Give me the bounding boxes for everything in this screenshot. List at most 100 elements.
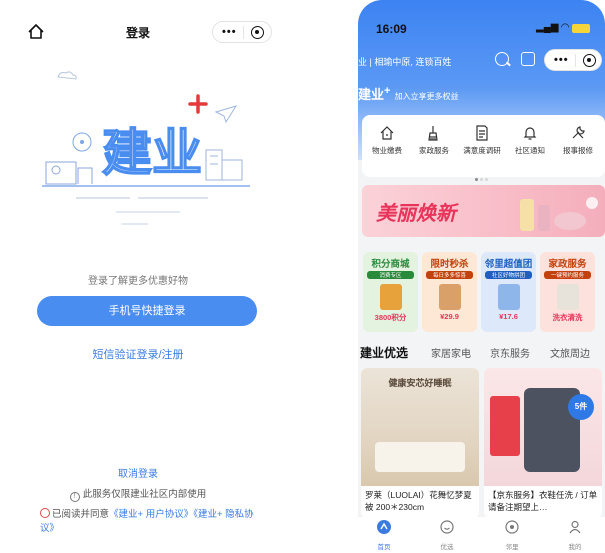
agree-prefix: 已阅读并同意 bbox=[52, 509, 110, 520]
cancel-login-link[interactable]: 取消登录 bbox=[0, 465, 276, 480]
product-card[interactable]: 5件 【京东服务】衣鞋任洗 / 订单请备注期望上… bbox=[484, 368, 602, 518]
service-item[interactable]: 报事报修 bbox=[555, 125, 601, 156]
close-miniapp-icon[interactable] bbox=[583, 54, 596, 67]
nav-bar: 登录 ••• bbox=[0, 20, 276, 46]
bottom-tab-youxuan[interactable]: 优选 bbox=[427, 520, 467, 551]
phone-quick-login-button[interactable]: 手机号快捷登录 bbox=[37, 296, 257, 326]
service-grid: 物业缴费 家政服务 满意度调研 社区通知 报事报修 bbox=[362, 115, 605, 181]
product-image-caption: 健康安芯好睡眠 bbox=[388, 378, 452, 388]
service-label: 满意度调研 bbox=[463, 146, 501, 155]
product-thumb bbox=[556, 284, 579, 310]
promo-title: 限时秒杀 bbox=[430, 259, 469, 270]
page-indicator bbox=[475, 168, 491, 181]
tab-culture-travel[interactable]: 文旅周边 bbox=[550, 345, 590, 360]
promo-price: 洗衣清洗 bbox=[552, 313, 583, 322]
house-icon bbox=[380, 126, 394, 140]
product-card[interactable]: 健康安芯好睡眠 罗莱（LUOLAI）花舞忆梦夏被 200＊230cm bbox=[361, 368, 479, 518]
promo-title: 邻里超值团 bbox=[484, 259, 533, 270]
more-icon[interactable]: ••• bbox=[554, 54, 569, 66]
agree-checkbox[interactable] bbox=[40, 508, 50, 518]
promo-card[interactable]: 积分商城 消费专区 3800积分 bbox=[363, 252, 418, 332]
home-icon bbox=[377, 520, 391, 534]
brand-name: 建业 bbox=[358, 87, 385, 102]
battery-icon bbox=[572, 24, 590, 33]
miniapp-capsule[interactable]: ••• bbox=[212, 21, 272, 43]
promo-subtitle: 消费专区 bbox=[367, 271, 414, 279]
broom-icon bbox=[428, 126, 438, 141]
product-image: 5件 bbox=[484, 368, 602, 486]
bottom-tab-label: 邻里 bbox=[505, 544, 519, 551]
capsule-divider bbox=[243, 26, 244, 39]
promo-title: 家政服务 bbox=[548, 259, 587, 270]
login-hint-text: 登录了解更多优惠好物 bbox=[88, 276, 188, 287]
product-image: 健康安芯好睡眠 bbox=[361, 368, 479, 486]
user-agreement-link[interactable]: 《建业+ 用户协议》 bbox=[109, 509, 193, 520]
search-icon[interactable] bbox=[495, 52, 509, 66]
product-thumb bbox=[379, 284, 402, 310]
chat-icon bbox=[505, 520, 519, 534]
survey-icon bbox=[476, 125, 488, 141]
count-badge: 5件 bbox=[568, 394, 594, 420]
status-time: 16:09 bbox=[376, 22, 407, 36]
bottom-tab-label: 首页 bbox=[377, 544, 391, 551]
illustration-brand-text: 建业 bbox=[102, 125, 202, 181]
bottom-tab-mine[interactable]: 我的 bbox=[555, 520, 595, 551]
info-icon: ! bbox=[69, 492, 80, 502]
bottom-tab-label: 我的 bbox=[568, 544, 582, 551]
product-thumb bbox=[497, 284, 520, 310]
product-title: 罗莱（LUOLAI）花舞忆梦夏被 200＊230cm bbox=[365, 490, 472, 512]
agreement-row: 已阅读并同意《建业+ 用户协议》《建业+ 隐私协议》 bbox=[40, 508, 264, 536]
close-miniapp-icon[interactable] bbox=[251, 26, 264, 39]
bed-shape bbox=[375, 442, 465, 472]
wrench-icon bbox=[572, 126, 585, 139]
promo-subtitle: 每日多多惊喜 bbox=[426, 271, 473, 279]
promo-banner[interactable]: 美丽焕新 bbox=[362, 185, 605, 237]
tab-jd-service[interactable]: 京东服务 bbox=[490, 345, 530, 360]
product-title: 【京东服务】衣鞋任洗 / 订单请备注期望上… bbox=[488, 490, 598, 512]
tab-home-appliances[interactable]: 家居家电 bbox=[431, 345, 471, 360]
product-thumb bbox=[438, 284, 461, 310]
promo-price: ¥17.6 bbox=[499, 312, 518, 321]
tab-youxuan[interactable]: 建业优选 bbox=[360, 344, 408, 361]
screenshot: 登录 ••• 建业 登录了解更多优惠好物 手机号快捷登录 短信验证登录/注册 取… bbox=[0, 0, 605, 553]
signal-wifi-icon: ▂▄▆ ◠ bbox=[536, 22, 569, 33]
bottom-tab-label: 优选 bbox=[440, 544, 454, 551]
notice-text: 此服务仅限建业社区内部使用 bbox=[82, 489, 207, 500]
promo-price: 3800积分 bbox=[374, 313, 407, 322]
promo-subtitle: 社区好物拼团 bbox=[485, 271, 532, 279]
miniapp-capsule[interactable]: ••• bbox=[544, 49, 602, 71]
service-item[interactable]: 家政服务 bbox=[411, 125, 457, 156]
sms-login-link[interactable]: 短信验证登录/注册 bbox=[0, 346, 276, 362]
bell-icon bbox=[523, 127, 537, 140]
bottom-tab-home[interactable]: 首页 bbox=[364, 520, 404, 551]
service-item[interactable]: 满意度调研 bbox=[459, 125, 505, 156]
capsule-divider bbox=[575, 54, 576, 67]
service-label: 家政服务 bbox=[419, 146, 449, 155]
bottom-tab-bar: 首页 优选 邻里 我的 bbox=[358, 517, 605, 553]
service-item[interactable]: 物业缴费 bbox=[364, 125, 410, 156]
promo-price: ¥29.9 bbox=[440, 312, 459, 321]
promo-subtitle: 一键预约服务 bbox=[544, 271, 591, 279]
calendar-icon[interactable] bbox=[521, 52, 535, 66]
cosmetics-image bbox=[520, 197, 598, 231]
brand-plus: + bbox=[384, 85, 391, 97]
service-tag bbox=[490, 396, 520, 456]
home-screen: 16:09 ▂▄▆ ◠ 业 | 相瑜中原, 连锁百姓 ••• 建业+ 加入立享更多… bbox=[358, 0, 605, 553]
user-icon bbox=[569, 520, 581, 534]
service-label: 物业缴费 bbox=[372, 146, 402, 155]
brand-membership[interactable]: 建业+ 加入立享更多权益 bbox=[358, 84, 458, 103]
promo-title: 积分商城 bbox=[371, 259, 410, 270]
internal-use-notice: ! 此服务仅限建业社区内部使用 bbox=[0, 486, 276, 502]
service-label: 社区通知 bbox=[515, 146, 545, 155]
service-item[interactable]: 社区通知 bbox=[507, 125, 553, 156]
login-illustration: 建业 bbox=[42, 71, 250, 225]
promo-card[interactable]: 家政服务 一键预约服务 洗衣清洗 bbox=[540, 252, 595, 332]
login-screen: 登录 ••• 建业 登录了解更多优惠好物 手机号快捷登录 短信验证登录/注册 取… bbox=[0, 0, 276, 553]
promo-card[interactable]: 限时秒杀 每日多多惊喜 ¥29.9 bbox=[422, 252, 477, 332]
smile-icon bbox=[440, 520, 454, 534]
more-icon[interactable]: ••• bbox=[222, 26, 237, 38]
category-tabs: 建业优选 家居家电 京东服务 文旅周边 bbox=[358, 345, 605, 361]
community-name[interactable]: 业 | 相瑜中原, 连锁百姓 bbox=[358, 55, 451, 68]
promo-card[interactable]: 邻里超值团 社区好物拼团 ¥17.6 bbox=[481, 252, 536, 332]
bottom-tab-neighbors[interactable]: 邻里 bbox=[492, 520, 532, 551]
